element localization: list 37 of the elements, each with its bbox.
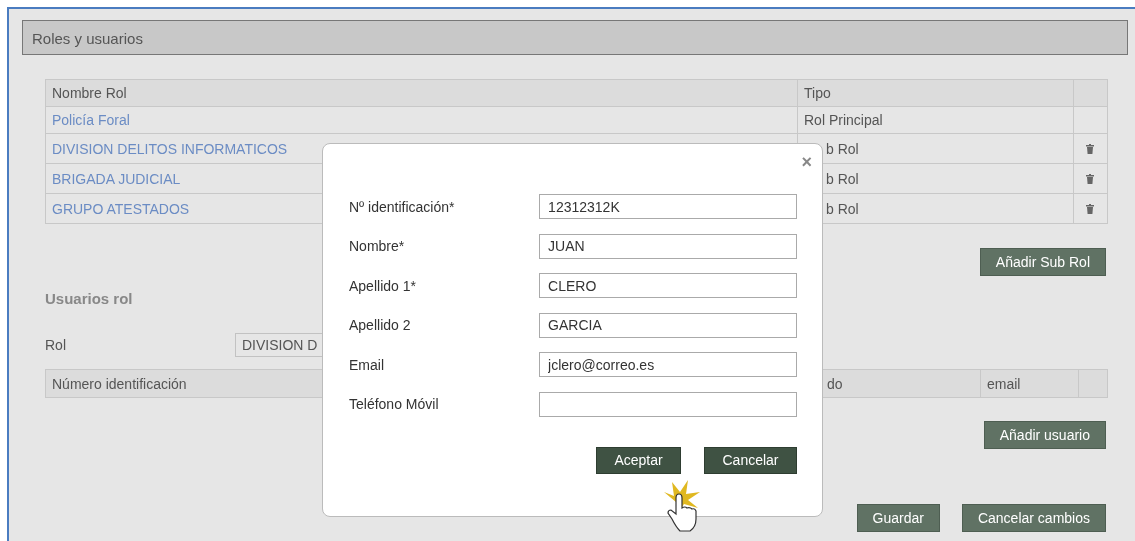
- input-field[interactable]: 12312312K: [539, 194, 797, 219]
- field-label: Rol: [45, 336, 67, 353]
- panel-title: Roles y usuarios: [22, 20, 1128, 55]
- table-cell: Rol Principal: [804, 112, 883, 128]
- cancel-button[interactable]: Cancelar: [704, 446, 797, 474]
- save-button[interactable]: Guardar: [856, 504, 940, 532]
- input-field[interactable]: CLERO: [539, 273, 797, 298]
- field-label: Teléfono Móvil: [349, 396, 440, 412]
- input-field[interactable]: [539, 391, 797, 417]
- accept-button[interactable]: Aceptar: [596, 446, 681, 474]
- column-header: Número identificación: [51, 374, 188, 394]
- trash-icon[interactable]: [1086, 173, 1094, 184]
- role-link[interactable]: DIVISION DELITOS INFORMATICOS: [52, 140, 288, 157]
- field-label: Apellido 1*: [349, 277, 417, 294]
- column-header: email: [981, 370, 1079, 397]
- field-label: Nº identificación*: [349, 198, 456, 215]
- role-link[interactable]: Policía Foral: [52, 112, 130, 128]
- section-title: Usuarios rol: [45, 290, 134, 307]
- table-cell: b Rol: [826, 170, 859, 187]
- field-label: Email: [349, 356, 385, 373]
- close-button[interactable]: ×: [801, 152, 812, 173]
- add-user-button[interactable]: Añadir usuario: [983, 421, 1106, 449]
- table-cell: b Rol: [826, 140, 859, 157]
- add-subrole-button[interactable]: Añadir Sub Rol: [979, 248, 1106, 276]
- input-field[interactable]: JUAN: [539, 233, 797, 259]
- role-link[interactable]: BRIGADA JUDICIAL: [52, 170, 181, 187]
- column-header: Tipo: [798, 80, 1074, 106]
- field-label: Apellido 2: [349, 317, 412, 333]
- input-field[interactable]: GARCIA: [539, 312, 797, 338]
- table-cell: b Rol: [826, 200, 859, 217]
- trash-icon[interactable]: [1086, 203, 1094, 214]
- field-label: Nombre*: [349, 238, 406, 254]
- role-link[interactable]: GRUPO ATESTADOS: [52, 200, 190, 217]
- input-field[interactable]: jclero@correo.es: [539, 352, 797, 377]
- trash-icon[interactable]: [1086, 143, 1094, 154]
- column-header: Nombre Rol: [46, 80, 798, 106]
- cancel-changes-button[interactable]: Cancelar cambios: [961, 504, 1106, 532]
